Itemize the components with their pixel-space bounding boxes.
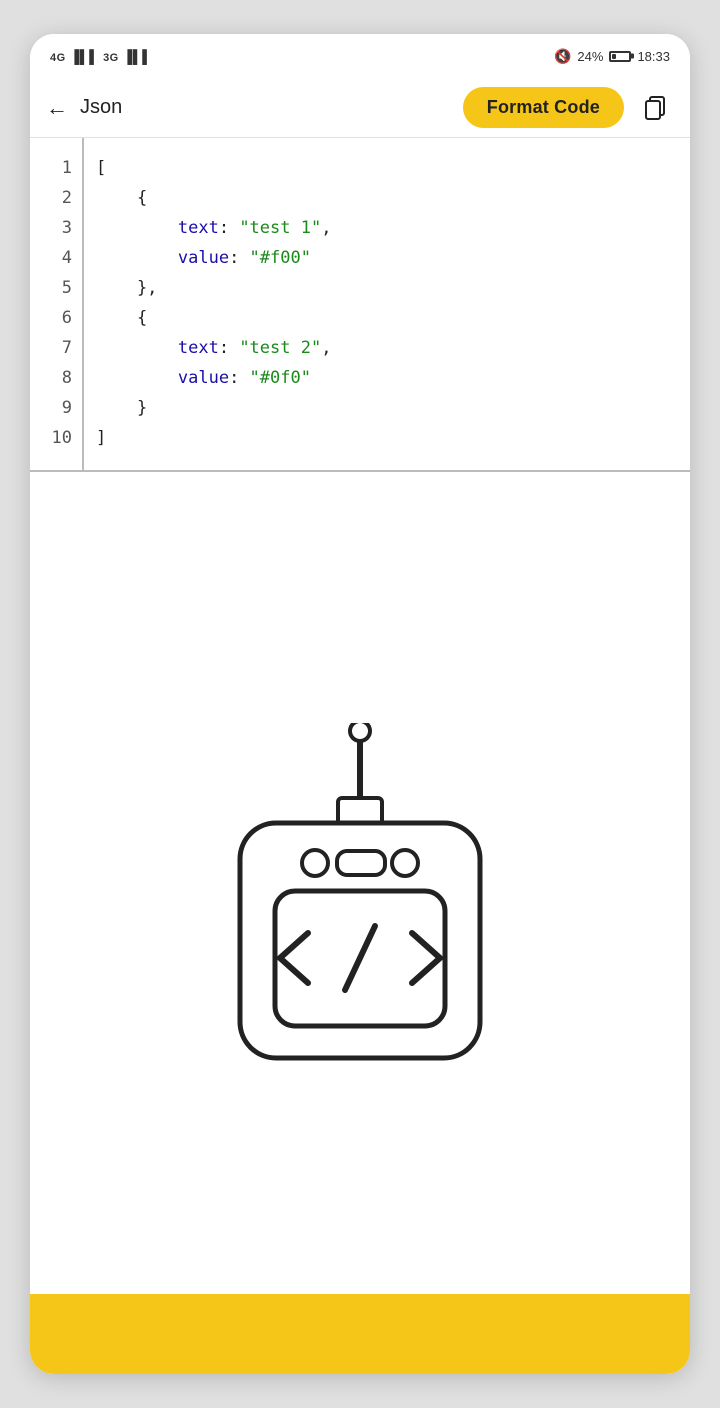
nav-bar: ← Json Format Code	[30, 78, 690, 138]
code-line-8: value: "#0f0"	[96, 364, 678, 394]
line-num-7: 7	[62, 334, 72, 364]
code-line-9: }	[96, 394, 678, 424]
status-right: 🔇 24% 18:33	[554, 48, 670, 65]
line-numbers: 1 2 3 4 5 6 7 8 9 10	[30, 138, 84, 470]
code-line-7: text: "test 2",	[96, 334, 678, 364]
line-num-1: 1	[62, 154, 72, 184]
robot-illustration	[190, 723, 530, 1123]
line-num-4: 4	[62, 244, 72, 274]
code-line-4: value: "#f00"	[96, 244, 678, 274]
robot-svg	[190, 723, 530, 1123]
line-num-6: 6	[62, 304, 72, 334]
line-num-9: 9	[62, 394, 72, 424]
line-num-3: 3	[62, 214, 72, 244]
battery-icon	[609, 51, 631, 62]
yellow-bottom-bar	[30, 1294, 690, 1374]
phone-frame: 4G ▐▌▌ 3G ▐▌▌ 🔇 24% 18:33 ← Json Format …	[30, 34, 690, 1374]
back-arrow-icon: ←	[46, 95, 68, 121]
copy-icon	[642, 95, 668, 121]
code-line-1: [	[96, 154, 678, 184]
line-num-5: 5	[62, 274, 72, 304]
line-num-8: 8	[62, 364, 72, 394]
code-line-2: {	[96, 184, 678, 214]
copy-button[interactable]	[636, 89, 674, 127]
format-code-button[interactable]: Format Code	[463, 87, 624, 128]
line-num-2: 2	[62, 184, 72, 214]
page-title: Json	[80, 96, 451, 119]
code-content[interactable]: [ { text: "test 1", value: "#f00" }, { t…	[84, 138, 690, 470]
code-line-3: text: "test 1",	[96, 214, 678, 244]
signal-indicator: 4G ▐▌▌ 3G ▐▌▌	[50, 49, 152, 64]
code-line-6: {	[96, 304, 678, 334]
time-display: 18:33	[637, 49, 670, 64]
code-editor[interactable]: 1 2 3 4 5 6 7 8 9 10 [ { text: "test 1",…	[30, 138, 690, 472]
battery-percent: 24%	[577, 49, 603, 64]
mute-icon: 🔇	[554, 48, 571, 65]
code-line-10: ]	[96, 424, 678, 454]
illustration-area	[30, 472, 690, 1374]
status-bar: 4G ▐▌▌ 3G ▐▌▌ 🔇 24% 18:33	[30, 34, 690, 78]
back-button[interactable]: ←	[46, 91, 68, 125]
line-num-10: 10	[52, 424, 72, 454]
code-line-5: },	[96, 274, 678, 304]
